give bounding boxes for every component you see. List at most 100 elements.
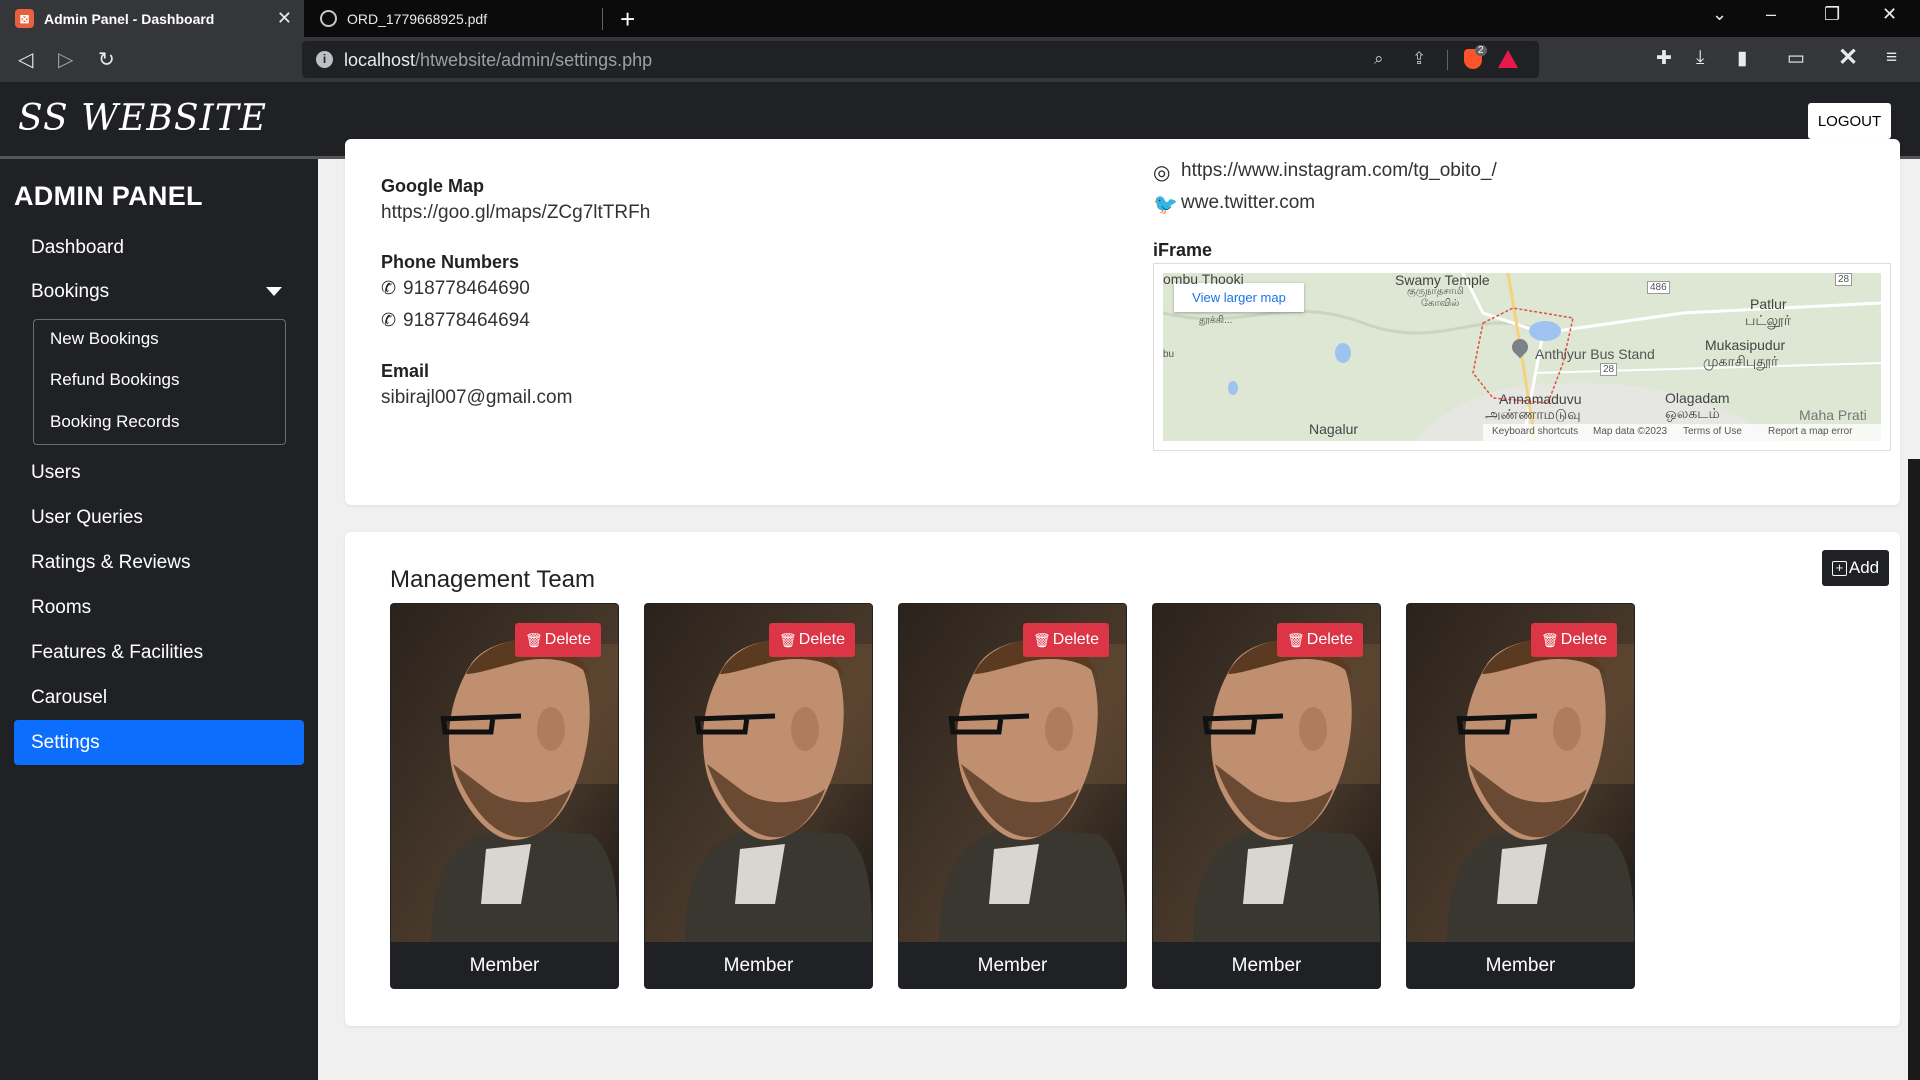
trash-icon: 🗑 [1540,631,1559,648]
logout-button[interactable]: LOGOUT [1808,103,1891,139]
map-label: Mukasipudur [1705,337,1786,353]
trash-icon: 🗑 [524,631,543,648]
trash-icon: 🗑 [778,631,797,648]
road-shield: 28 [1835,273,1853,286]
tab-title: Admin Panel - Dashboard [44,10,215,27]
zoom-icon[interactable]: ⌕ [1374,49,1384,69]
extensions-icon[interactable]: ✚ [1656,47,1672,70]
delete-member-button[interactable]: 🗑 Delete [1531,623,1617,657]
tab-title: ORD_1779668925.pdf [347,10,488,27]
restore-icon[interactable]: ❐ [1824,4,1840,25]
globe-icon [320,10,337,27]
delete-member-button[interactable]: 🗑 Delete [1023,623,1109,657]
address-bar[interactable]: i localhost/htwebsite/admin/settings.php… [302,41,1539,78]
minimize-icon[interactable]: – [1766,4,1776,25]
submenu-item-new-bookings[interactable]: New Bookings [50,329,159,349]
phone-icon: ✆ [381,278,397,298]
map-label: ombu Thooki [1163,273,1244,287]
reload-icon[interactable]: ↻ [98,47,115,72]
sidebar-item-rooms[interactable]: Rooms [14,585,304,630]
scrollbar[interactable] [1908,459,1920,1080]
new-tab-icon[interactable]: + [620,4,635,35]
google-map-label: Google Map [381,176,484,196]
forward-icon[interactable]: ▷ [58,47,73,72]
main-content: Google Map https://goo.gl/maps/ZCg7ltTRF… [318,139,1918,1080]
map-label: Olagadam [1665,390,1730,406]
delete-member-button[interactable]: 🗑 Delete [1277,623,1363,657]
report-map-error-link[interactable]: Report a map error [1768,426,1852,437]
sidebar-item-dashboard[interactable]: Dashboard [14,225,304,270]
add-label: Add [1848,558,1880,577]
phone-icon: ✆ [381,310,397,330]
member-card: 🗑 Delete Member [390,603,619,989]
site-brand[interactable]: SS WEBSITE [18,98,267,139]
google-map-value: https://goo.gl/maps/ZCg7ltTRFh [381,202,651,223]
twitter-icon: 🐦 [1153,194,1178,216]
tab-divider [602,8,603,30]
member-card: 🗑 Delete Member [1406,603,1635,989]
view-larger-map-link[interactable]: View larger map [1174,283,1304,312]
menu-icon[interactable]: ≡ [1886,47,1897,69]
close-window-icon[interactable]: ✕ [1882,4,1897,25]
trash-icon: 🗑 [1286,631,1305,648]
map-label: கோவில் [1421,298,1460,309]
email-value: sibirajl007@gmail.com [381,387,573,408]
sidebar-item-user-queries[interactable]: User Queries [14,495,304,540]
delete-member-button[interactable]: 🗑 Delete [515,623,601,657]
delete-label: Delete [1560,631,1608,648]
brave-rewards-icon[interactable] [1498,50,1518,68]
back-icon[interactable]: ◁ [18,47,33,72]
management-team-card: Management Team + Add 🗑 Delete Member 🗑 Dele… [345,532,1900,1026]
phone-numbers-label: Phone Numbers [381,252,520,272]
delete-label: Delete [544,631,592,648]
tab-admin-dashboard[interactable]: ⊠ Admin Panel - Dashboard ✕ [0,0,304,37]
delete-label: Delete [798,631,846,648]
twitter-link: wwe.twitter.com [1181,192,1316,213]
sidebar-item-features-facilities[interactable]: Features & Facilities [14,630,304,675]
tab-pdf[interactable]: ORD_1779668925.pdf [305,0,603,37]
sidebar-item-bookings[interactable]: Bookings [14,269,304,314]
map-label: ஒலகடம் [1665,405,1720,421]
browser-toolbar: ◁ ▷ ↻ i localhost/htwebsite/admin/settin… [0,37,1920,82]
xampp-favicon-icon: ⊠ [15,9,34,28]
download-icon[interactable]: ⤓ [1696,47,1704,69]
sidebar-toggle-icon[interactable]: ▮ [1737,47,1747,70]
map-label: Annamaduvu [1499,391,1582,407]
delete-label: Delete [1306,631,1354,648]
map-label: தூக்கி... [1199,315,1233,326]
submenu-item-refund-bookings[interactable]: Refund Bookings [50,370,179,390]
email-label: Email [381,361,430,381]
sidebar-item-carousel[interactable]: Carousel [14,675,304,720]
road-shield: 28 [1600,363,1618,376]
add-member-button[interactable]: + Add [1822,550,1889,586]
caret-down-icon [266,287,282,296]
map-footer: Keyboard shortcuts Map data ©2023 Terms … [1483,424,1881,441]
site-info-icon[interactable]: i [316,51,333,68]
delete-member-button[interactable]: 🗑 Delete [769,623,855,657]
map-iframe[interactable]: View larger map ombu Thooki Swamy Temple… [1153,263,1891,451]
sidebar-item-settings[interactable]: Settings [14,720,304,765]
map-label: Anthiyur Bus Stand [1535,346,1655,362]
sidebar-item-ratings-reviews[interactable]: Ratings & Reviews [14,540,304,585]
google-map-embed[interactable]: View larger map ombu Thooki Swamy Temple… [1163,273,1881,441]
admin-sidebar: ADMIN PANEL Dashboard Bookings New Booki… [0,159,318,1080]
road-shield: 486 [1647,281,1670,294]
contact-details-card: Google Map https://goo.gl/maps/ZCg7ltTRF… [345,139,1900,505]
sidebar-title: ADMIN PANEL [14,181,203,211]
web-page: SS WEBSITE LOGOUT ADMIN PANEL Dashboard … [0,82,1920,1080]
share-icon[interactable]: ⇪ [1412,49,1426,69]
wallet-icon[interactable]: ▭ [1787,47,1805,70]
map-label: அண்ணாமடுவு [1485,406,1581,422]
url-text[interactable]: localhost/htwebsite/admin/settings.php [344,50,652,71]
keyboard-shortcuts-link[interactable]: Keyboard shortcuts [1492,426,1578,437]
close-tab-icon[interactable]: ✕ [277,8,292,29]
member-card: 🗑 Delete Member [644,603,873,989]
member-name: Member [723,955,794,976]
tab-search-chevron-icon[interactable]: ⌄ [1712,4,1727,25]
leo-ai-icon[interactable]: ✕ [1838,43,1858,72]
terms-of-use-link[interactable]: Terms of Use [1683,426,1742,437]
submenu-item-booking-records[interactable]: Booking Records [50,412,179,432]
phone-number-1: ✆ 918778464690 [381,278,530,299]
sidebar-item-users[interactable]: Users [14,450,304,495]
phone-number-2: ✆ 918778464694 [381,310,530,331]
